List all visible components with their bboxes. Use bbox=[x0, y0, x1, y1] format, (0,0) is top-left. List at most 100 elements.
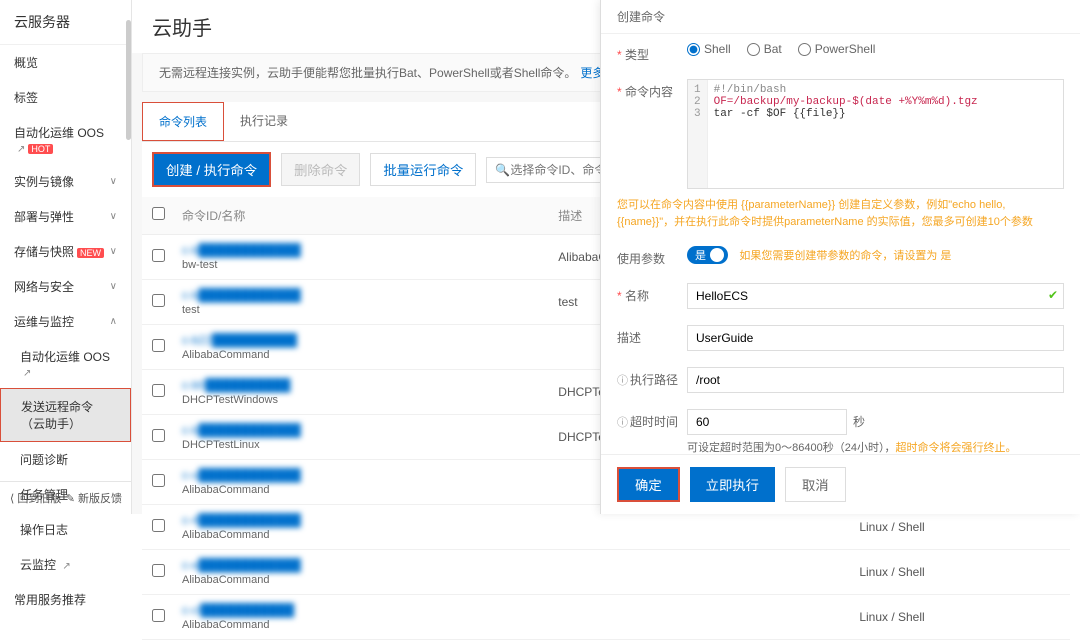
tab-command-list[interactable]: 命令列表 bbox=[142, 102, 224, 141]
select-all-checkbox[interactable] bbox=[152, 207, 165, 220]
desc-label: 描述 bbox=[617, 325, 687, 346]
external-icon: ↗ bbox=[23, 368, 31, 379]
path-label: ⓘ执行路径 bbox=[617, 367, 687, 388]
command-id-link[interactable]: c-b22██████████ bbox=[182, 333, 297, 347]
sidebar-item[interactable]: 常用服务推荐 bbox=[0, 582, 131, 617]
sidebar-item[interactable]: 问题诊断 bbox=[0, 442, 131, 477]
command-type: Linux / Shell bbox=[859, 610, 1060, 624]
sidebar: 云服务器 概览标签自动化运维 OOS ↗HOT实例与镜像∨部署与弹性∨存储与快照… bbox=[0, 0, 132, 514]
row-checkbox[interactable] bbox=[152, 474, 165, 487]
row-checkbox[interactable] bbox=[152, 564, 165, 577]
command-name: AlibabaCommand bbox=[182, 349, 558, 361]
row-checkbox[interactable] bbox=[152, 519, 165, 532]
command-id-link[interactable]: c-o████████████ bbox=[182, 468, 301, 482]
command-name: AlibabaCommand bbox=[182, 529, 558, 541]
sidebar-footer: ⟨ 回到旧版 ✎ 新版反馈 bbox=[0, 481, 132, 514]
sidebar-item[interactable]: 网络与安全∨ bbox=[0, 269, 131, 304]
sidebar-item[interactable]: 存储与快照NEW∨ bbox=[0, 234, 131, 269]
badge: HOT bbox=[28, 144, 53, 154]
command-name: DHCPTestWindows bbox=[182, 394, 558, 406]
chevron-icon: ∨ bbox=[110, 246, 117, 257]
table-row: c-e████████████ AlibabaCommand Linux / She… bbox=[142, 550, 1070, 595]
radio-bat[interactable]: Bat bbox=[747, 42, 782, 56]
command-name: AlibabaCommand bbox=[182, 574, 558, 586]
feedback-link[interactable]: ✎ 新版反馈 bbox=[66, 490, 122, 506]
type-label: 类型 bbox=[617, 42, 687, 63]
sidebar-item[interactable]: 自动化运维 OOS ↗ bbox=[0, 339, 131, 388]
command-name: bw-test bbox=[182, 259, 558, 271]
row-checkbox[interactable] bbox=[152, 249, 165, 262]
path-input[interactable] bbox=[687, 367, 1064, 393]
drawer-footer: 确定 立即执行 取消 bbox=[601, 454, 1080, 514]
row-checkbox[interactable] bbox=[152, 384, 165, 397]
command-id-link[interactable]: c-b████████████ bbox=[182, 243, 301, 257]
command-type: Linux / Shell bbox=[859, 520, 1060, 534]
sidebar-item[interactable]: 运维与监控∧ bbox=[0, 304, 131, 339]
external-icon: ↗ bbox=[17, 144, 25, 155]
drawer-title: 创建命令 bbox=[601, 0, 1080, 34]
name-input[interactable] bbox=[687, 283, 1064, 309]
toggle-hint: 如果您需要创建带参数的命令，请设置为 是 bbox=[739, 250, 951, 262]
sidebar-item[interactable]: 发送远程命令（云助手） bbox=[0, 388, 131, 442]
command-name: AlibabaCommand bbox=[182, 619, 558, 631]
sidebar-item[interactable]: 自动化运维 OOS ↗HOT bbox=[0, 115, 131, 164]
col-id: 命令ID/名称 bbox=[182, 207, 558, 224]
command-name: AlibabaCommand bbox=[182, 484, 558, 496]
code-gutter: 123 bbox=[688, 80, 708, 188]
row-checkbox[interactable] bbox=[152, 609, 165, 622]
external-icon: ↗ bbox=[62, 561, 70, 572]
command-id-link[interactable]: c-4████████████ bbox=[182, 513, 301, 527]
sidebar-item[interactable]: 标签 bbox=[0, 80, 131, 115]
help-icon[interactable]: ⓘ bbox=[617, 417, 628, 429]
sidebar-item[interactable]: 概览 bbox=[0, 45, 131, 80]
confirm-button[interactable]: 确定 bbox=[617, 467, 680, 502]
desc-input[interactable] bbox=[687, 325, 1064, 351]
radio-powershell[interactable]: PowerShell bbox=[798, 42, 876, 56]
command-id-link[interactable]: c-cl███████████ bbox=[182, 603, 294, 617]
command-id-link[interactable]: c-b0██████████ bbox=[182, 378, 290, 392]
chevron-icon: ∨ bbox=[110, 281, 117, 292]
delete-command-button: 删除命令 bbox=[281, 153, 360, 186]
valid-icon: ✔ bbox=[1048, 288, 1058, 302]
timeout-input[interactable] bbox=[687, 409, 847, 435]
radio-shell[interactable]: Shell bbox=[687, 42, 731, 56]
command-id-link[interactable]: c-e████████████ bbox=[182, 558, 301, 572]
chevron-icon: ∨ bbox=[110, 176, 117, 187]
run-now-button[interactable]: 立即执行 bbox=[690, 467, 775, 502]
back-old-link[interactable]: ⟨ 回到旧版 bbox=[10, 490, 61, 506]
command-id-link[interactable]: c-b████████████ bbox=[182, 423, 301, 437]
sidebar-item[interactable]: 部署与弹性∨ bbox=[0, 199, 131, 234]
sidebar-title: 云服务器 bbox=[0, 0, 131, 45]
row-checkbox[interactable] bbox=[152, 429, 165, 442]
row-checkbox[interactable] bbox=[152, 339, 165, 352]
tab-exec-history[interactable]: 执行记录 bbox=[224, 102, 304, 141]
sidebar-item[interactable]: 实例与镜像∨ bbox=[0, 164, 131, 199]
command-name: test bbox=[182, 304, 558, 316]
search-icon: 🔍 bbox=[495, 163, 510, 177]
batch-run-button[interactable]: 批量运行命令 bbox=[370, 153, 476, 186]
type-radio-group: Shell Bat PowerShell bbox=[687, 42, 1064, 56]
code-editor[interactable]: 123 #!/bin/bash OF=/backup/my-backup-$(d… bbox=[687, 79, 1064, 189]
chevron-icon: ∨ bbox=[110, 211, 117, 222]
row-checkbox[interactable] bbox=[152, 294, 165, 307]
command-name: DHCPTestLinux bbox=[182, 439, 558, 451]
sidebar-item[interactable]: 云监控 ↗ bbox=[0, 547, 131, 582]
cancel-button[interactable]: 取消 bbox=[785, 467, 846, 502]
name-label: 名称 bbox=[617, 283, 687, 304]
use-param-toggle[interactable]: 是 bbox=[687, 246, 728, 264]
use-param-label: 使用参数 bbox=[617, 246, 687, 267]
command-type: Linux / Shell bbox=[859, 565, 1060, 579]
create-command-drawer: 创建命令 类型 Shell Bat PowerShell 命令内容 123 #!… bbox=[600, 0, 1080, 514]
timeout-hint: 可设定超时范围为0～86400秒（24小时），超时命令将会强行终止。 bbox=[687, 439, 1064, 455]
badge: NEW bbox=[77, 248, 104, 258]
table-row: c-cl███████████ AlibabaCommand Linux / She… bbox=[142, 595, 1070, 640]
create-command-button[interactable]: 创建 / 执行命令 bbox=[152, 152, 271, 187]
sidebar-scrollbar[interactable] bbox=[126, 20, 131, 140]
param-hint: 您可以在命令内容中使用 {{parameterName}} 创建自定义参数，例如… bbox=[601, 197, 1080, 238]
help-icon[interactable]: ⓘ bbox=[617, 375, 628, 387]
chevron-icon: ∧ bbox=[110, 316, 117, 327]
content-label: 命令内容 bbox=[617, 79, 687, 100]
code-body[interactable]: #!/bin/bash OF=/backup/my-backup-$(date … bbox=[708, 80, 1063, 188]
command-id-link[interactable]: c-b████████████ bbox=[182, 288, 301, 302]
sidebar-item[interactable]: 操作日志 bbox=[0, 512, 131, 547]
